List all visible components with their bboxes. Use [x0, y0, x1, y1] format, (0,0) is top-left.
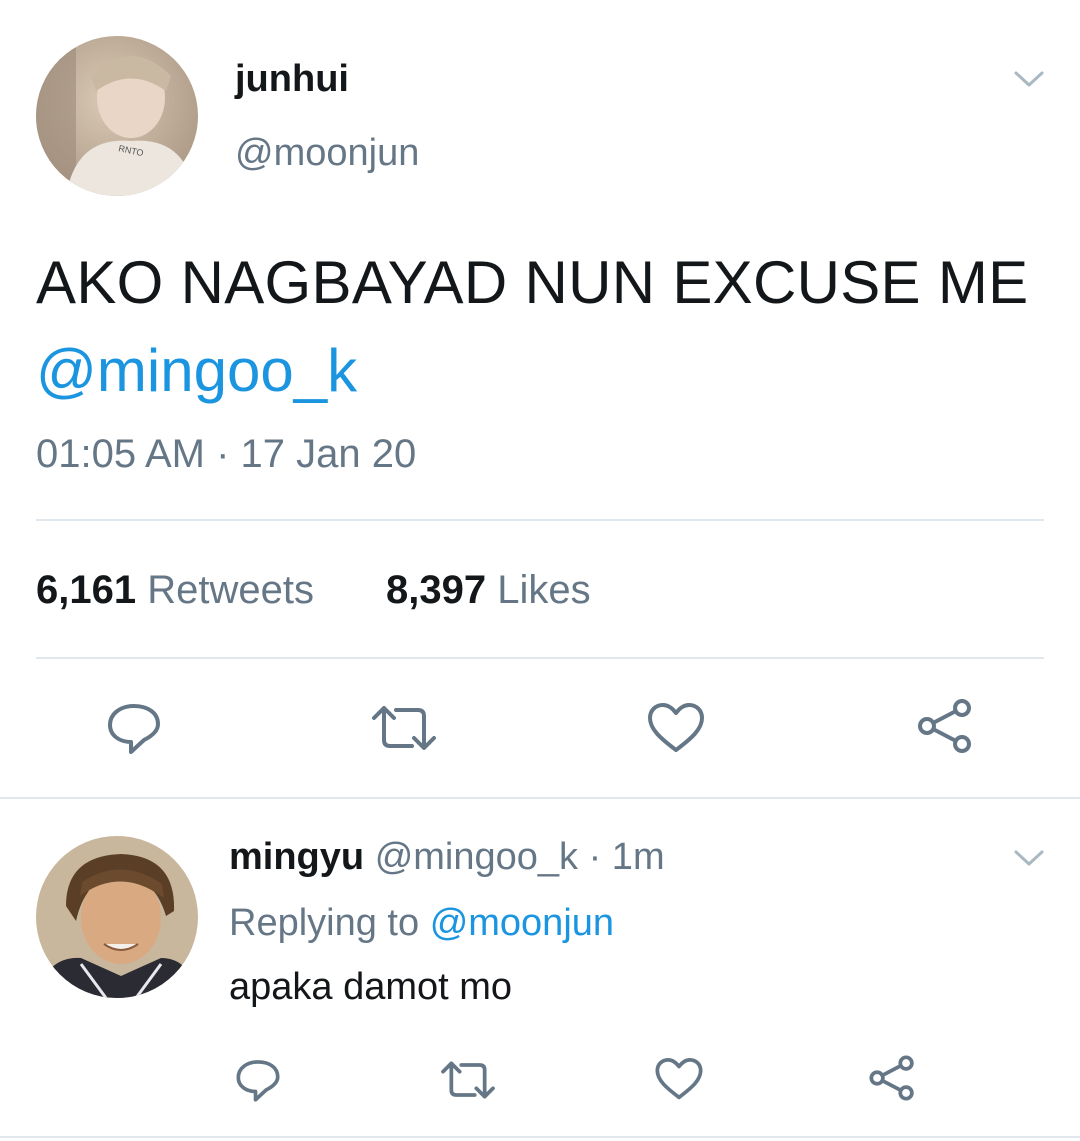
replying-to-link[interactable]: @moonjun	[430, 902, 614, 944]
author-handle[interactable]: @moonjun	[235, 132, 419, 175]
chevron-down-icon[interactable]	[1012, 845, 1046, 871]
retweet-icon[interactable]	[438, 1058, 498, 1102]
like-icon[interactable]	[646, 702, 706, 754]
reply-header: mingyu @mingoo_k · 1m	[229, 836, 665, 879]
reply-age: · 1m	[588, 836, 665, 878]
retweets-stat[interactable]: 6,161 Retweets	[36, 568, 314, 613]
likes-count: 8,397	[386, 568, 487, 612]
likes-label: Likes	[497, 568, 591, 612]
divider	[0, 1136, 1080, 1138]
retweets-count: 6,161	[36, 568, 137, 612]
chevron-down-icon[interactable]	[1012, 66, 1046, 92]
retweets-label: Retweets	[147, 568, 314, 612]
reply-display-name[interactable]: mingyu	[229, 836, 364, 878]
share-icon[interactable]	[866, 1054, 918, 1102]
reply-icon[interactable]	[104, 700, 164, 756]
author-display-name[interactable]: junhui	[235, 58, 349, 101]
reply-handle[interactable]: @mingoo_k	[375, 836, 578, 878]
avatar-junhui[interactable]: RNTO	[36, 36, 198, 196]
tweet-text: AKO NAGBAYAD NUN EXCUSE ME	[36, 249, 1029, 316]
reply-text: apaka damot mo	[229, 966, 513, 1008]
share-icon[interactable]	[914, 697, 976, 755]
replying-to-label: Replying to	[229, 902, 420, 944]
divider	[0, 797, 1080, 799]
avatar-mingyu[interactable]	[36, 836, 198, 998]
retweet-icon[interactable]	[368, 702, 440, 754]
tweet-timestamp[interactable]: 01:05 AM · 17 Jan 20	[36, 432, 416, 477]
replying-to-line: Replying to @moonjun	[229, 902, 614, 945]
reply-icon[interactable]	[233, 1057, 283, 1103]
likes-stat[interactable]: 8,397 Likes	[386, 568, 591, 613]
divider	[36, 657, 1044, 659]
tweet-mention-link[interactable]: @mingoo_k	[36, 336, 357, 405]
like-icon[interactable]	[654, 1057, 704, 1101]
divider	[36, 519, 1044, 521]
